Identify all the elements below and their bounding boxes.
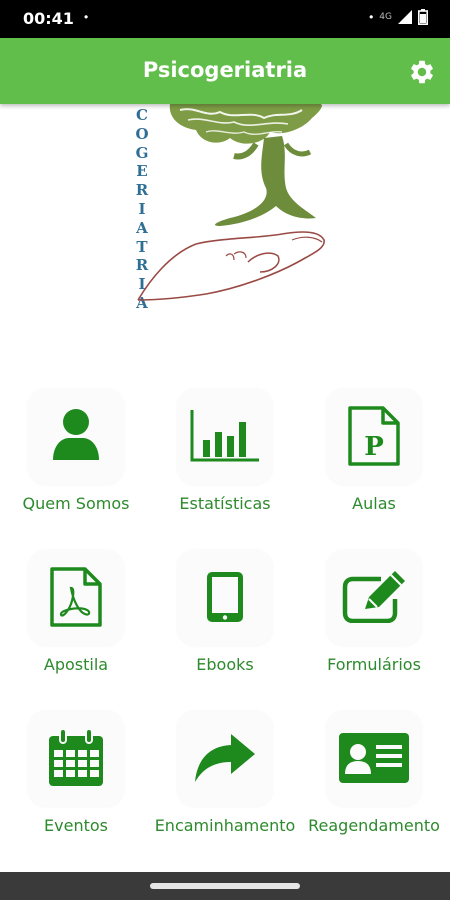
tile-box (326, 710, 422, 806)
app-title: Psicogeriatria (142, 58, 308, 82)
tile-label: Formulários (327, 655, 421, 674)
tile-box (177, 549, 273, 645)
settings-button[interactable] (408, 58, 436, 86)
tile-label: Aulas (352, 494, 396, 513)
tile-box (28, 710, 124, 806)
logo-banner: C O G E R I A T R I A (20, 104, 430, 354)
network-label: 4G (379, 12, 392, 22)
tile-box (28, 388, 124, 484)
status-time: 00:41 (23, 9, 74, 28)
tile-box (326, 549, 422, 645)
app-bar: Psicogeriatria (0, 38, 450, 104)
tile-box (28, 549, 124, 645)
gear-icon (411, 60, 433, 84)
tree-hand-logo-icon (137, 104, 325, 301)
calendar-icon (49, 728, 103, 786)
signal-icon (398, 10, 412, 24)
status-indicators: • 4G (369, 9, 428, 25)
menu-item-aulas[interactable]: P Aulas (301, 380, 447, 540)
tile-label: Encaminhamento (154, 816, 296, 835)
pdf-file-icon (50, 567, 102, 627)
home-gesture-handle[interactable] (150, 883, 300, 889)
menu-item-ebooks[interactable]: Ebooks (152, 541, 298, 701)
id-card-icon (339, 733, 409, 783)
menu-item-apostila[interactable]: Apostila (3, 541, 149, 701)
edit-form-icon (342, 571, 405, 623)
share-arrow-icon (195, 734, 255, 782)
tile-box (177, 388, 273, 484)
tile-label: Eventos (44, 816, 108, 835)
tile-label: Quem Somos (22, 494, 130, 513)
bar-chart-icon (190, 410, 259, 462)
menu-item-estatisticas[interactable]: Estatísticas (152, 380, 298, 540)
menu-item-eventos[interactable]: Eventos (3, 702, 149, 862)
status-bar: 00:41 • • 4G (0, 0, 450, 38)
tablet-icon (207, 572, 243, 622)
svg-text:P: P (364, 432, 384, 462)
menu-item-formularios[interactable]: Formulários (301, 541, 447, 701)
tile-label: Estatísticas (179, 494, 271, 513)
battery-icon (418, 9, 428, 25)
menu-item-quem-somos[interactable]: Quem Somos (3, 380, 149, 540)
system-nav-bar (0, 872, 450, 900)
tile-label: Reagendamento (308, 816, 440, 835)
status-dot: • (369, 10, 374, 24)
notification-dot: • (84, 10, 89, 24)
powerpoint-file-icon: P (348, 406, 400, 466)
tile-label: Ebooks (196, 655, 254, 674)
tile-box: P (326, 388, 422, 484)
menu-item-encaminhamento[interactable]: Encaminhamento (152, 702, 298, 862)
menu-item-reagendamento[interactable]: Reagendamento (301, 702, 447, 862)
tile-label: Apostila (43, 655, 109, 674)
tile-box (177, 710, 273, 806)
user-icon (53, 409, 99, 460)
